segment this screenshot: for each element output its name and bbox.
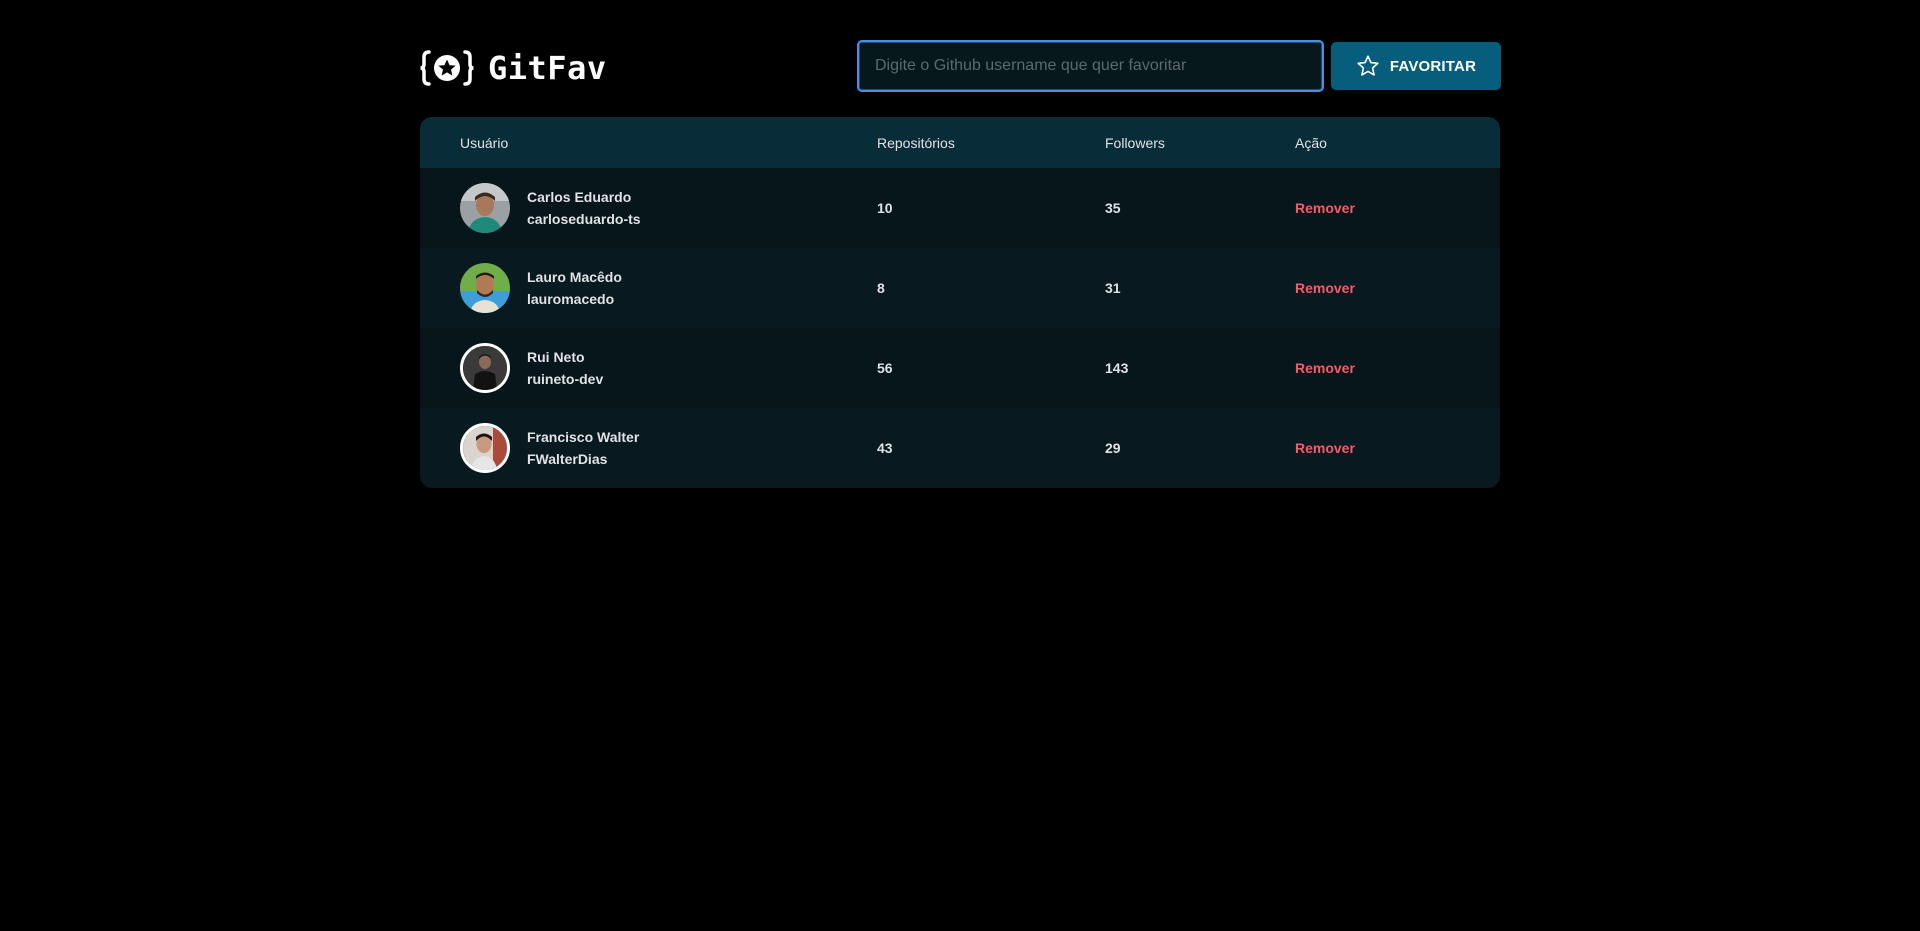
user-login: carloseduardo-ts bbox=[527, 211, 641, 227]
favorite-button[interactable]: FAVORITAR bbox=[1331, 42, 1501, 90]
repos-count: 43 bbox=[877, 440, 893, 456]
user-name: Carlos Eduardo bbox=[527, 189, 632, 205]
repos-count: 10 bbox=[877, 200, 893, 216]
table-row: Rui Neto ruineto-dev 56 143 Remover bbox=[420, 328, 1500, 408]
star-icon bbox=[1356, 54, 1380, 78]
table-body: Carlos Eduardo carloseduardo-ts 10 35 Re… bbox=[420, 168, 1500, 488]
followers-count: 29 bbox=[1105, 440, 1121, 456]
followers-count: 31 bbox=[1105, 280, 1121, 296]
remove-button[interactable]: Remover bbox=[1295, 360, 1355, 376]
app-header: GitFav FAVORITAR bbox=[420, 0, 1501, 117]
username-input[interactable] bbox=[857, 40, 1324, 92]
followers-count: 35 bbox=[1105, 200, 1121, 216]
avatar[interactable] bbox=[460, 423, 510, 473]
followers-count: 143 bbox=[1105, 360, 1129, 376]
user-login: FWalterDias bbox=[527, 451, 608, 467]
favorites-table: Usuário Repositórios Followers Ação Carl… bbox=[420, 117, 1500, 488]
remove-button[interactable]: Remover bbox=[1295, 200, 1355, 216]
favorite-button-label: FAVORITAR bbox=[1389, 57, 1477, 75]
logo: GitFav bbox=[420, 48, 607, 88]
avatar[interactable] bbox=[460, 183, 510, 233]
table-row: Lauro Macêdo lauromacedo 8 31 Remover bbox=[420, 248, 1500, 328]
user-login: ruineto-dev bbox=[527, 371, 604, 387]
user-name: Rui Neto bbox=[527, 349, 585, 365]
app-title: GitFav bbox=[488, 49, 607, 87]
user-cell: Francisco Walter FWalterDias bbox=[460, 423, 877, 473]
user-cell: Rui Neto ruineto-dev bbox=[460, 343, 877, 393]
avatar[interactable] bbox=[460, 343, 510, 393]
table-row: Carlos Eduardo carloseduardo-ts 10 35 Re… bbox=[420, 168, 1500, 248]
user-login: lauromacedo bbox=[527, 291, 615, 307]
header-repos: Repositórios bbox=[877, 134, 955, 151]
table-header: Usuário Repositórios Followers Ação bbox=[420, 117, 1500, 168]
search-bar: FAVORITAR bbox=[857, 40, 1501, 92]
repos-count: 8 bbox=[877, 280, 885, 296]
header-user: Usuário bbox=[460, 134, 509, 151]
braces-star-icon bbox=[420, 48, 474, 88]
user-cell: Carlos Eduardo carloseduardo-ts bbox=[460, 183, 877, 233]
table-row: Francisco Walter FWalterDias 43 29 Remov… bbox=[420, 408, 1500, 488]
user-name: Lauro Macêdo bbox=[527, 269, 622, 285]
avatar[interactable] bbox=[460, 263, 510, 313]
header-followers: Followers bbox=[1105, 134, 1165, 151]
user-name: Francisco Walter bbox=[527, 429, 640, 445]
app-container: GitFav FAVORITAR Usuário Repositórios Fo… bbox=[420, 0, 1501, 488]
repos-count: 56 bbox=[877, 360, 893, 376]
user-cell: Lauro Macêdo lauromacedo bbox=[460, 263, 877, 313]
remove-button[interactable]: Remover bbox=[1295, 280, 1355, 296]
header-action: Ação bbox=[1295, 134, 1327, 151]
remove-button[interactable]: Remover bbox=[1295, 440, 1355, 456]
